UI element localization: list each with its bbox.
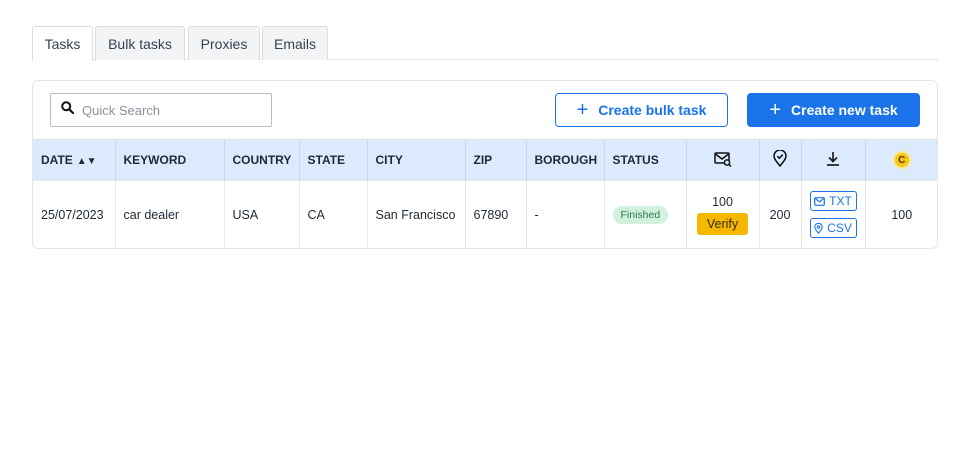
cell-zip: 67890 (465, 180, 527, 248)
create-bulk-task-label: Create bulk task (598, 102, 707, 118)
search-box[interactable] (50, 93, 272, 127)
plus-icon: + (576, 99, 589, 121)
column-header-emails (686, 139, 760, 181)
column-header-state: STATE (299, 139, 368, 181)
tab-bar: Tasks Bulk tasks Proxies Emails (32, 26, 938, 61)
column-header-borough: BOROUGH (526, 139, 605, 181)
tasks-panel: + Create bulk task + Create new task DAT… (32, 80, 938, 249)
table-row[interactable]: 25/07/2023 car dealer USA CA San Francis… (33, 180, 937, 248)
plus-icon: + (769, 99, 782, 121)
email-search-icon (713, 151, 732, 170)
cell-status: Finished (604, 180, 687, 248)
download-icon (826, 152, 840, 169)
tab-proxies[interactable]: Proxies (188, 26, 260, 60)
column-header-zip: ZIP (465, 139, 527, 181)
column-header-locations (759, 139, 802, 181)
location-check-icon (773, 149, 787, 170)
cell-download: TXT CSV (801, 180, 866, 248)
sort-icon[interactable]: ▲▼ (77, 156, 97, 167)
download-txt-button[interactable]: TXT (809, 191, 857, 212)
create-bulk-task-button[interactable]: + Create bulk task (555, 93, 728, 127)
cell-keyword: car dealer (115, 180, 225, 248)
cell-date: 25/07/2023 (33, 180, 116, 248)
download-csv-button[interactable]: CSV (809, 218, 857, 239)
cell-locations: 200 (759, 180, 802, 248)
tab-emails[interactable]: Emails (262, 26, 328, 60)
cell-state: CA (299, 180, 368, 248)
cell-country: USA (224, 180, 300, 248)
download-csv-label: CSV (827, 221, 852, 236)
search-input[interactable] (82, 102, 262, 118)
verify-button[interactable]: Verify (696, 212, 749, 235)
column-header-country: COUNTRY (224, 139, 300, 181)
column-header-status: STATUS (604, 139, 687, 181)
column-header-credits: C (865, 139, 937, 181)
mail-icon (814, 196, 826, 206)
tasks-table: DATE ▲▼ KEYWORD COUNTRY STATE CITY ZIP BO… (33, 139, 937, 248)
table-header-row: DATE ▲▼ KEYWORD COUNTRY STATE CITY ZIP BO… (33, 139, 937, 181)
cell-city: San Francisco (367, 180, 466, 248)
cell-borough: - (526, 180, 605, 248)
download-txt-label: TXT (829, 194, 852, 209)
location-pin-icon (814, 222, 823, 234)
search-icon (61, 101, 75, 119)
create-new-task-label: Create new task (791, 102, 898, 118)
tab-bulk-tasks[interactable]: Bulk tasks (95, 26, 185, 60)
column-header-date[interactable]: DATE ▲▼ (33, 139, 116, 181)
coin-icon: C (892, 151, 911, 169)
email-count: 100 (712, 194, 733, 209)
tab-tasks[interactable]: Tasks (32, 26, 93, 61)
cell-emails: 100 Verify (686, 180, 760, 248)
column-header-download (801, 139, 866, 181)
column-header-keyword: KEYWORD (115, 139, 225, 181)
cell-credits: 100 (865, 180, 937, 248)
status-badge: Finished (612, 205, 669, 224)
column-header-city: CITY (367, 139, 466, 181)
create-new-task-button[interactable]: + Create new task (747, 93, 920, 127)
